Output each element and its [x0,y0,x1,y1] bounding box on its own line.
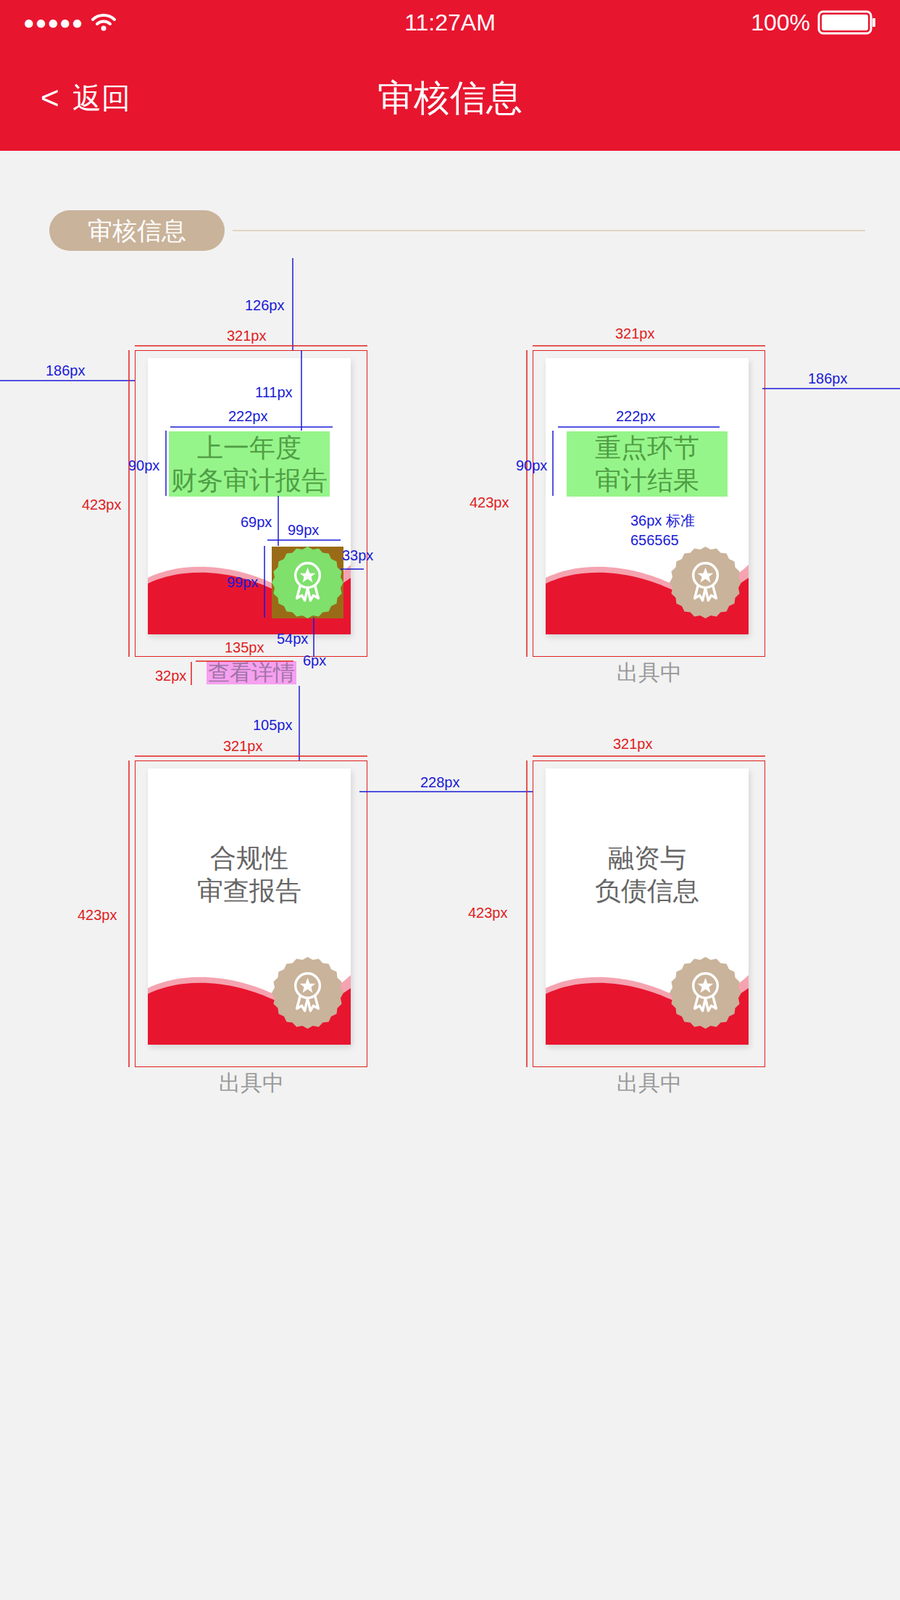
card-status: 出具中 [217,1071,286,1095]
battery-percent: 100% [750,10,811,35]
card-status: 出具中 [615,660,684,685]
section-divider [232,229,866,232]
battery-icon [817,10,877,35]
measure-label: 90px [515,456,548,474]
annotation-overlay: 126px 321px 186px 111px 222px 90px 423px 69px 99… [0,0,900,1600]
medal-icon [271,546,344,619]
measure-label: 99px [287,521,319,539]
signal-icon: ●●●●● [23,13,85,32]
card-title-line: 上一年度 [197,431,302,464]
card-face: 上一年度财务审计报告 [147,357,351,635]
report-card[interactable]: 上一年度财务审计报告 [134,350,368,657]
measure-label: 105px [252,715,293,734]
card-title-line: 财务审计报告 [171,463,328,497]
measure-label: 32px [155,666,187,685]
signal-group: ●●●●● [23,13,308,32]
section-header: 审核信息 [0,210,900,251]
measure-label: 69px [240,513,272,531]
card-title: 重点环节审计结果 [566,431,728,497]
status-time: 11:27AM [307,10,593,35]
measure-label: 321px [226,326,267,345]
card-face: 融资与负债信息 [545,768,749,1045]
measure-lines [0,0,900,1600]
report-card[interactable]: 合规性审查报告 [134,760,368,1067]
medal-badge [669,956,742,1029]
card-title-line: 重点环节 [594,431,700,464]
measure-label: 321px [223,736,264,755]
card-face: 合规性审查报告 [147,768,351,1045]
app-header: ●●●●● 11:27AM 100% < 返回 审核信息 [0,0,900,151]
status-bar: ●●●●● 11:27AM 100% [0,0,900,45]
card-title-line: 合规性 [210,841,289,874]
card-status[interactable]: 查看详情 [206,660,297,685]
measure-label: 228px [420,773,461,791]
section-pill: 审核信息 [49,210,225,251]
report-card-cell: 上一年度财务审计报告查看详情 [134,350,368,685]
measure-label: 321px [613,734,653,753]
nav-bar: < 返回 审核信息 [0,44,900,151]
card-status-row: 出具中 [532,1066,766,1095]
card-status: 出具中 [615,1071,684,1095]
medal-badge [271,956,344,1029]
card-status-row: 出具中 [532,656,766,685]
report-card[interactable]: 融资与负债信息 [532,760,766,1067]
card-title-line: 融资与 [607,841,687,874]
page-title: 审核信息 [377,79,523,116]
measure-label: 99px [226,573,258,591]
back-arrow-icon: < [40,81,60,114]
card-title-line: 审计结果 [594,463,700,497]
measure-label: 321px [615,324,656,343]
measure-label: 186px [45,361,86,379]
card-title: 融资与负债信息 [566,841,728,907]
card-title-line: 负债信息 [594,873,700,907]
medal-badge [669,546,742,619]
measure-label: 90px [128,456,160,474]
measure-label: 36px 标准 [630,511,695,529]
card-status-row: 查看详情 [134,656,368,685]
measure-label: 222px [615,407,656,425]
report-card[interactable]: 重点环节审计结果 [532,350,766,657]
card-title: 上一年度财务审计报告 [168,431,330,497]
back-button[interactable]: < 返回 [40,81,378,114]
medal-badge [271,546,344,619]
card-grid: 上一年度财务审计报告查看详情重点环节审计结果出具中合规性审查报告出具中融资与负债… [0,350,900,1095]
report-card-cell: 融资与负债信息出具中 [532,760,766,1095]
wifi-icon [91,13,116,32]
measure-label: 423px [468,903,508,922]
card-title-line: 审查报告 [197,873,302,907]
measure-label: 111px [255,383,293,401]
card-face: 重点环节审计结果 [545,357,749,635]
report-card-cell: 重点环节审计结果出具中 [532,350,766,685]
measure-label: 222px [228,407,269,425]
measure-label: 126px [244,296,285,314]
measure-label: 33px [342,546,374,564]
medal-icon [669,956,742,1029]
report-card-cell: 合规性审查报告出具中 [134,760,368,1095]
medal-icon [271,956,344,1029]
medal-icon [669,546,742,619]
measure-label: 186px [807,369,848,387]
measure-label: 135px [224,638,265,656]
section-title: 审核信息 [87,218,187,243]
battery-group: 100% [592,10,877,35]
back-label: 返回 [72,83,131,113]
measure-label: 423px [469,493,510,511]
card-status-row: 出具中 [134,1066,368,1095]
measure-label: 54px [276,629,308,648]
measure-label: 6px [302,651,327,669]
measure-label: 423px [77,905,118,924]
card-title: 合规性审查报告 [168,841,330,907]
measure-label: 423px [81,495,122,514]
measure-label: 656565 [630,531,679,549]
